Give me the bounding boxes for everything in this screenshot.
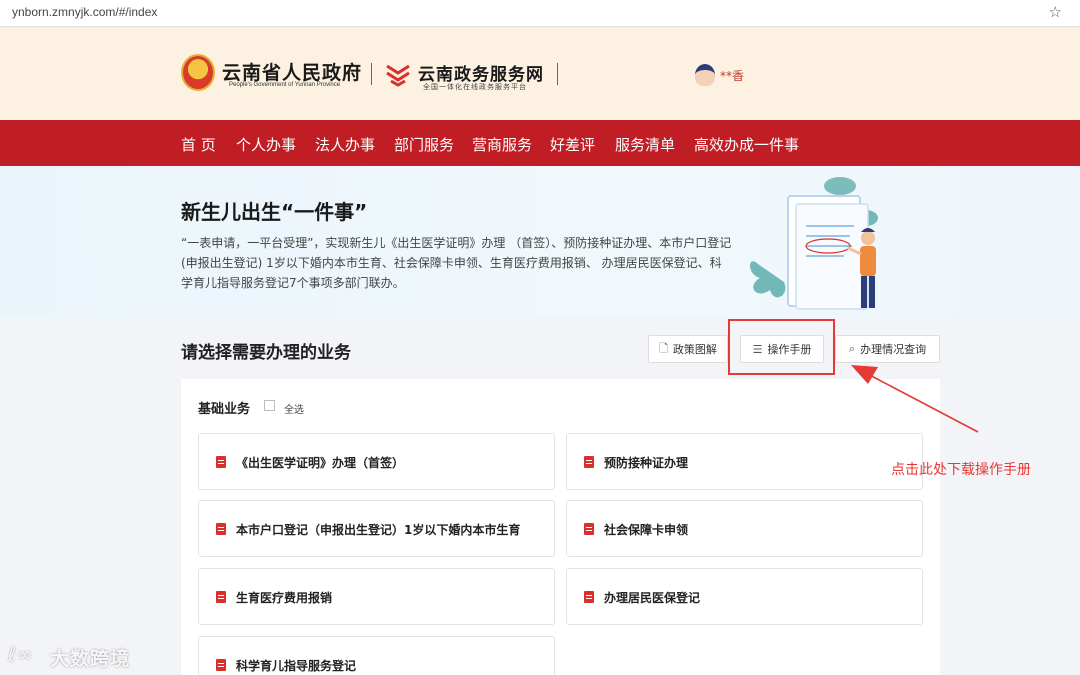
business-item-medical-insurance[interactable]: 办理居民医保登记 xyxy=(566,568,923,625)
business-item-label: 《出生医学证明》办理（首签） xyxy=(236,455,405,470)
business-item-label: 预防接种证办理 xyxy=(604,455,689,470)
section-title: 请选择需要办理的业务 xyxy=(181,343,351,363)
avatar[interactable] xyxy=(695,64,715,86)
business-item-label: 生育医疗费用报销 xyxy=(236,590,333,605)
address-bar[interactable]: ynborn.zmnyjk.com/#/index ☆ xyxy=(0,0,1080,27)
policy-button-label: 政策图解 xyxy=(672,343,717,356)
business-item-household[interactable]: 本市户口登记（申报出生登记）1岁以下婚内本市生育 xyxy=(198,500,555,557)
business-item-label: 科学育儿指导服务登记 xyxy=(236,658,357,673)
document-icon xyxy=(216,591,226,603)
group-title: 基础业务 xyxy=(198,402,251,417)
document-icon xyxy=(584,456,594,468)
nav-item-legal-person[interactable]: 法人办事 xyxy=(315,134,375,155)
nav-item-personal[interactable]: 个人办事 xyxy=(236,134,296,155)
document-icon: 🗋 xyxy=(659,341,668,355)
business-item-birth-certificate[interactable]: 《出生医学证明》办理（首签） xyxy=(198,433,555,490)
username[interactable]: **香 xyxy=(720,67,744,84)
service-logo-icon xyxy=(386,64,410,87)
query-button-label: 办理情况查询 xyxy=(860,343,927,356)
main-nav: 首 页 个人办事 法人办事 部门服务 营商服务 好差评 服务清单 高效办成一件事 xyxy=(0,120,1080,166)
page-title: 新生儿出生“一件事” xyxy=(181,200,368,224)
document-icon xyxy=(216,659,226,671)
document-icon xyxy=(584,523,594,535)
url-text[interactable]: ynborn.zmnyjk.com/#/index xyxy=(12,5,157,19)
business-item-label: 本市户口登记（申报出生登记）1岁以下婚内本市生育 xyxy=(236,522,521,537)
business-item-medical-reimburse[interactable]: 生育医疗费用报销 xyxy=(198,568,555,625)
annotation-arrow-icon xyxy=(851,365,979,433)
nav-item-business[interactable]: 营商服务 xyxy=(472,134,532,155)
policy-button[interactable]: 🗋 政策图解 xyxy=(648,335,728,363)
business-item-parenting[interactable]: 科学育儿指导服务登记 xyxy=(198,636,555,675)
nav-item-service-list[interactable]: 服务清单 xyxy=(615,134,675,155)
banner: 新生儿出生“一件事” “一表申请，一平台受理”，实现新生儿《出生医学证明》办理 … xyxy=(0,166,1080,318)
watermark-logo-icon: ℓ∞ xyxy=(8,642,33,666)
annotation-text: 点击此处下载操作手册 xyxy=(891,462,1031,478)
query-button[interactable]: ⌕ 办理情况查询 xyxy=(835,335,940,363)
header-divider xyxy=(371,63,372,85)
watermark-text: 大数跨境 xyxy=(50,648,131,670)
nav-item-home[interactable]: 首 页 xyxy=(181,134,216,155)
highlight-box xyxy=(728,319,835,375)
document-icon xyxy=(216,523,226,535)
service-subtitle: 全国一体化在线政务服务平台 xyxy=(423,83,527,91)
document-icon xyxy=(216,456,226,468)
nav-item-departments[interactable]: 部门服务 xyxy=(394,134,454,155)
site-header: 云南省人民政府 People's Government of Yunnan Pr… xyxy=(0,27,1080,120)
gov-name-en: People's Government of Yunnan Province xyxy=(229,82,341,88)
banner-illustration-icon xyxy=(750,177,878,310)
header-divider xyxy=(557,63,558,85)
document-icon xyxy=(584,591,594,603)
gov-name[interactable]: 云南省人民政府 xyxy=(222,58,362,85)
banner-description: “一表申请，一平台受理”，实现新生儿《出生医学证明》办理 （首签）、预防接种证办… xyxy=(181,236,732,290)
business-item-vaccination[interactable]: 预防接种证办理 xyxy=(566,433,923,490)
select-all-checkbox[interactable] xyxy=(264,400,275,411)
bookmark-star-icon[interactable]: ☆ xyxy=(1049,3,1062,21)
select-all-label[interactable]: 全选 xyxy=(284,401,304,416)
business-item-label: 社会保障卡申领 xyxy=(604,522,689,537)
nav-item-rating[interactable]: 好差评 xyxy=(550,134,595,155)
nav-item-one-thing[interactable]: 高效办成一件事 xyxy=(694,134,799,155)
search-icon: ⌕ xyxy=(848,342,856,355)
business-item-label: 办理居民医保登记 xyxy=(604,590,701,605)
business-item-social-card[interactable]: 社会保障卡申领 xyxy=(566,500,923,557)
national-emblem-icon xyxy=(181,54,215,91)
